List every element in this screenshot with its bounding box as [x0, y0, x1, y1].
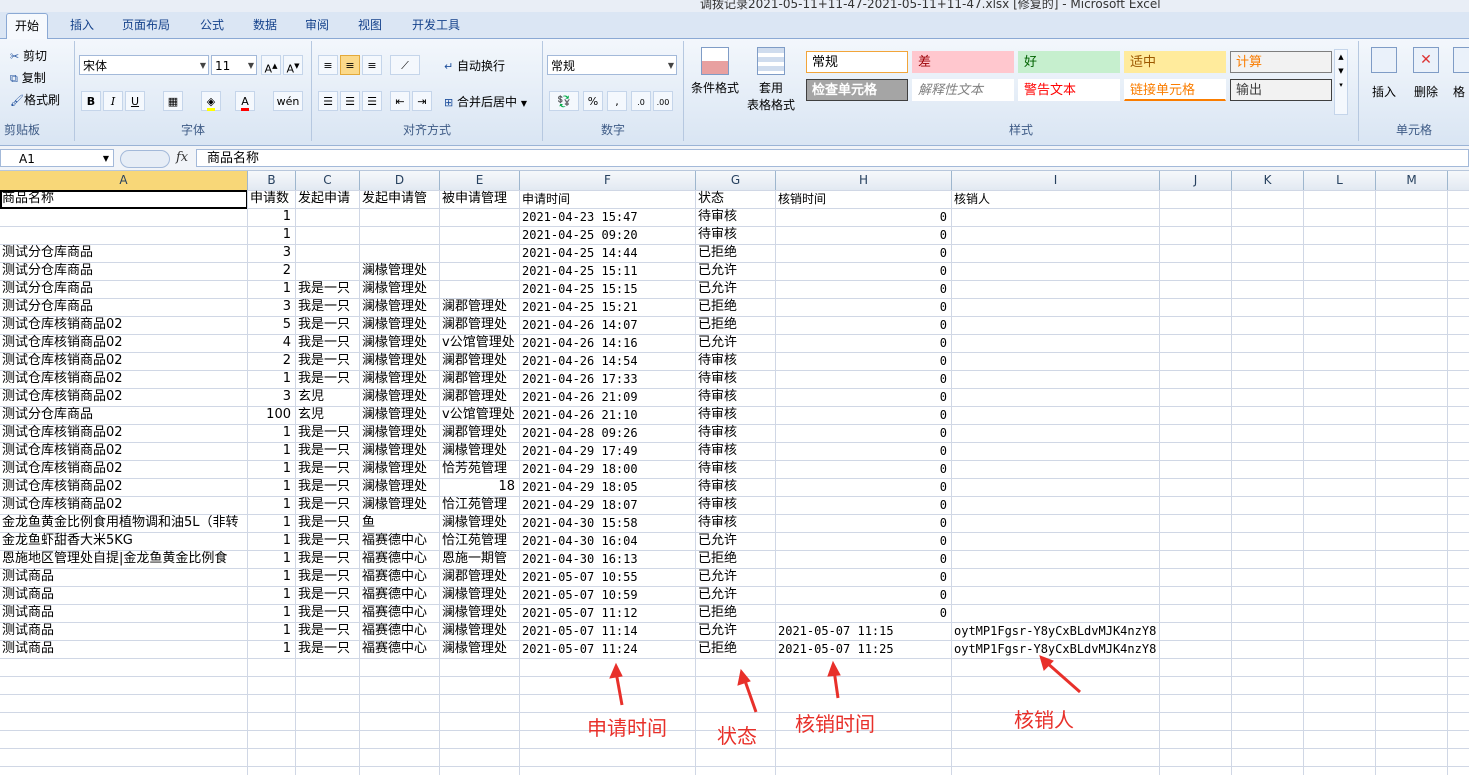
- arrowhead-status: [737, 668, 751, 686]
- arrowhead-verify-time: [827, 660, 841, 677]
- annotation-status: 状态: [717, 724, 757, 748]
- arrowhead-apply-time: [609, 662, 623, 679]
- annotation-verify-time: 核销时间: [795, 712, 875, 736]
- arrow-status: [742, 677, 758, 713]
- annotation-arrows: [609, 655, 1081, 713]
- arrow-verifier: [1045, 660, 1081, 694]
- annotation-verifier: 核销人: [1014, 708, 1074, 732]
- annotation-apply-time: 申请时间: [587, 716, 667, 740]
